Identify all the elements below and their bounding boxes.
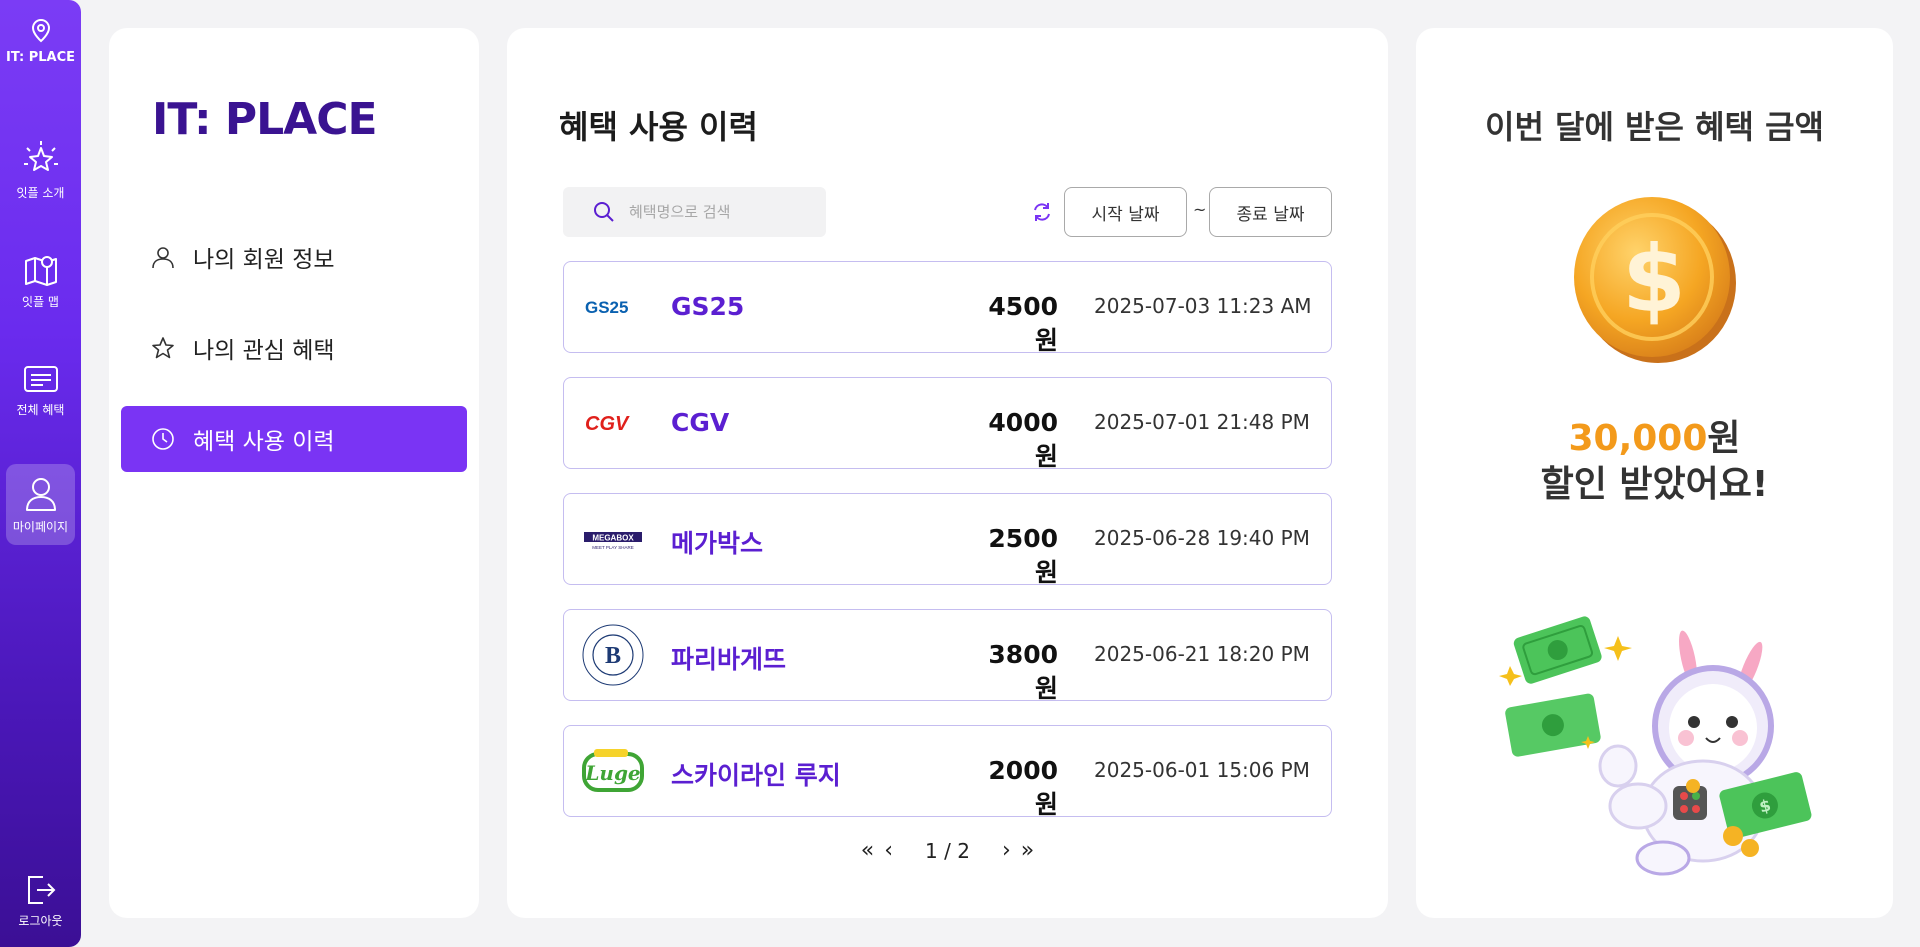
nav-item-label: 나의 회원 정보 — [193, 247, 335, 273]
list-icon — [23, 366, 58, 392]
nav-item-label: 나의 관심 혜택 — [193, 338, 335, 364]
rail-item-label: 전체 혜택 — [16, 403, 65, 417]
nav-item-member-info[interactable]: 나의 회원 정보 — [121, 224, 467, 290]
nav-item-favorites[interactable]: 나의 관심 혜택 — [121, 315, 467, 381]
rail-item-map[interactable]: 잇플 맵 — [6, 253, 75, 310]
rail-item-benefits[interactable]: 전체 혜택 — [6, 365, 75, 418]
brand-name: 스카이라인 루지 — [671, 761, 841, 790]
svg-text:$: $ — [1622, 226, 1686, 333]
star-icon — [152, 337, 174, 359]
history-card: 혜택 사용 이력 시작 날짜 ~ 종료 날짜 GS25 GS25 4500 원 … — [507, 28, 1388, 918]
benefit-amount: 2500 원 — [988, 524, 1058, 587]
last-page-button[interactable]: » — [1021, 838, 1034, 863]
search-icon — [594, 202, 614, 222]
used-date: 2025-06-28 19:40 PM — [1094, 526, 1310, 550]
refresh-icon[interactable] — [1031, 201, 1053, 223]
map-icon — [24, 256, 57, 286]
brand-name: 메가박스 — [671, 529, 764, 558]
logout-button[interactable]: 로그아웃 — [6, 874, 75, 929]
gs25-logo: GS25 — [580, 276, 646, 338]
location-pin-icon — [31, 18, 50, 43]
benefit-message: 할인 받았어요! — [1540, 464, 1769, 505]
logout-icon — [27, 876, 55, 904]
rail-item-label: 마이페이지 — [12, 520, 69, 534]
clock-icon — [152, 428, 174, 450]
paris-baguette-logo-text: B — [605, 643, 621, 669]
gs25-logo-text: GS25 — [585, 298, 628, 317]
user-icon — [152, 247, 174, 269]
brand-logo: IT: PLACE — [152, 94, 378, 145]
rail-item-label: 잇플 소개 — [16, 186, 65, 200]
history-row[interactable]: B 파리바게뜨 3800 원 2025-06-21 18:20 PM — [563, 609, 1332, 703]
rail-item-intro[interactable]: 잇플 소개 — [6, 140, 75, 201]
page-title: 혜택 사용 이력 — [559, 108, 758, 146]
megabox-logo: MEGABOX MEET PLAY SHARE — [580, 508, 646, 570]
brand-name: 파리바게뜨 — [671, 645, 787, 674]
benefit-amount: 3800 원 — [988, 640, 1058, 703]
search-input[interactable] — [629, 203, 819, 221]
logout-label: 로그아웃 — [18, 914, 63, 928]
next-page-button[interactable]: › — [1002, 838, 1011, 863]
skyline-luge-logo: Luge — [580, 740, 646, 802]
brand-name: GS25 — [671, 292, 745, 321]
benefit-amount: 4000 원 — [988, 408, 1058, 471]
user-icon — [25, 478, 56, 511]
mypage-nav-card: IT: PLACE 나의 회원 정보 나의 관심 혜택 혜택 사용 이력 — [109, 28, 479, 918]
monthly-benefit-card: 이번 달에 받은 혜택 금액 $ 30,000원 할인 받았어요! $ — [1416, 28, 1893, 918]
benefit-amount: 4500 원 — [988, 292, 1058, 355]
rail-item-label: 잇플 맵 — [22, 295, 59, 309]
prev-page-button[interactable]: ‹ — [884, 838, 893, 863]
history-row[interactable]: MEGABOX MEET PLAY SHARE 메가박스 2500 원 2025-… — [563, 493, 1332, 587]
used-date: 2025-06-01 15:06 PM — [1094, 758, 1310, 782]
pagination: « ‹ 1 / 2 › » — [507, 838, 1388, 863]
nav-item-history[interactable]: 혜택 사용 이력 — [121, 406, 467, 472]
paris-baguette-logo: B — [580, 624, 646, 686]
nav-item-label: 혜택 사용 이력 — [193, 429, 335, 455]
first-page-button[interactable]: « — [861, 838, 874, 863]
cgv-logo: CGV — [580, 392, 646, 454]
megabox-logo-text: MEGABOX — [592, 534, 634, 543]
rail-brand[interactable]: IT: PLACE — [6, 18, 75, 65]
benefit-summary: 30,000원 할인 받았어요! — [1416, 416, 1893, 508]
search-box[interactable] — [563, 187, 826, 237]
brand-name: CGV — [671, 408, 730, 437]
date-range-separator: ~ — [1193, 200, 1207, 219]
skyline-luge-logo-text: Luge — [584, 761, 640, 785]
start-date-button[interactable]: 시작 날짜 — [1064, 187, 1187, 237]
rail-brand-label: IT: PLACE — [6, 50, 76, 65]
benefit-unit: 원 — [1707, 418, 1741, 459]
rail-item-mypage[interactable]: 마이페이지 — [6, 464, 75, 545]
used-date: 2025-06-21 18:20 PM — [1094, 642, 1310, 666]
history-row[interactable]: CGV CGV 4000 원 2025-07-01 21:48 PM — [563, 377, 1332, 471]
history-row[interactable]: GS25 GS25 4500 원 2025-07-03 11:23 AM — [563, 261, 1332, 355]
end-date-button[interactable]: 종료 날짜 — [1209, 187, 1332, 237]
page-indicator: 1 / 2 — [925, 838, 970, 863]
bunny-astronaut-illustration: $ — [1499, 614, 1812, 876]
side-rail: IT: PLACE 잇플 소개 잇플 맵 전체 혜택 마이페이지 로그아웃 — [0, 0, 81, 947]
history-row[interactable]: Luge 스카이라인 루지 2000 원 2025-06-01 15:06 PM — [563, 725, 1332, 819]
used-date: 2025-07-03 11:23 AM — [1094, 294, 1312, 318]
cgv-logo-text: CGV — [585, 413, 630, 435]
coin-illustration: $ — [1574, 197, 1736, 363]
monthly-benefit-title: 이번 달에 받은 혜택 금액 — [1485, 108, 1824, 146]
used-date: 2025-07-01 21:48 PM — [1094, 410, 1310, 434]
benefit-amount: 2000 원 — [988, 756, 1058, 819]
megabox-logo-subtext: MEET PLAY SHARE — [592, 545, 634, 550]
sparkle-icon — [23, 141, 58, 171]
benefit-total-amount: 30,000 — [1568, 418, 1708, 459]
